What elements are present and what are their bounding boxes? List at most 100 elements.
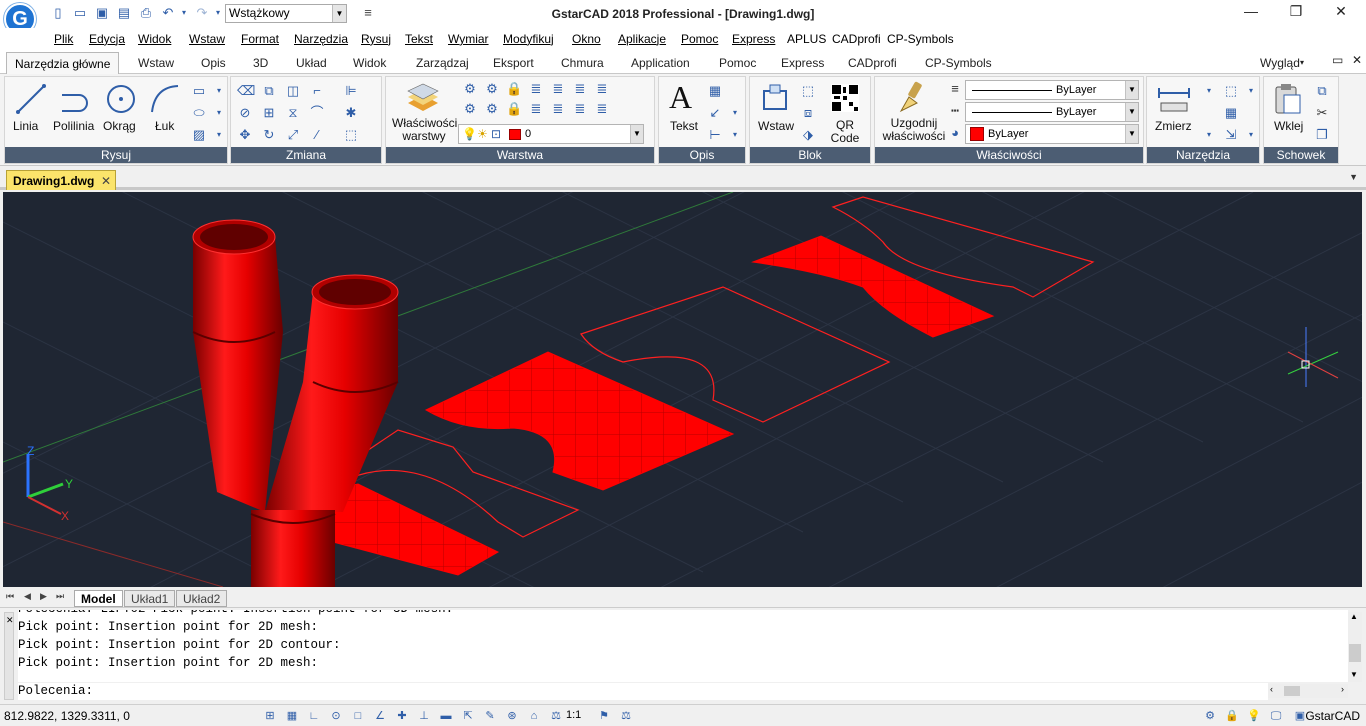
line-label[interactable]: Linia — [13, 119, 38, 133]
lineweight-toggle-icon[interactable]: ▬ — [438, 708, 454, 724]
annotation-scale-value[interactable]: 1:1 — [566, 709, 581, 721]
layer-lock-icon[interactable]: 🔒 — [506, 81, 522, 97]
menu-pomoc[interactable]: Pomoc — [681, 32, 718, 46]
otrack-icon[interactable]: ∠ — [372, 708, 388, 724]
monitor-icon[interactable]: 🖵 — [1268, 708, 1284, 724]
panel-label-properties[interactable]: Właściwości — [875, 147, 1143, 163]
layer-state-icon[interactable]: ⚙ — [462, 81, 478, 97]
workspace-view-button[interactable]: Wygląd — [1260, 56, 1300, 70]
trim-icon[interactable]: ⌐ — [309, 83, 325, 99]
menu-widok[interactable]: Widok — [138, 32, 171, 46]
tab-pomoc[interactable]: Pomoc — [719, 56, 756, 70]
menu-aplikacje[interactable]: Aplikacje — [618, 32, 666, 46]
chevron-down-icon[interactable]: ▾ — [211, 83, 227, 99]
mirror-icon[interactable]: ⧖ — [285, 105, 301, 121]
panel-label-clipboard[interactable]: Schowek — [1264, 147, 1338, 163]
layer-properties-icon[interactable] — [406, 83, 440, 113]
scroll-left-icon[interactable]: ‹ — [1270, 684, 1273, 694]
arc-label[interactable]: Łuk — [155, 119, 174, 133]
selection-cycle-icon[interactable]: ⇱ — [460, 708, 476, 724]
prev-tab-icon[interactable]: ◀ — [24, 591, 31, 602]
panel-label-draw[interactable]: Rysuj — [5, 147, 227, 163]
layer-stack-icon[interactable]: ≣ — [528, 101, 544, 117]
hatch-icon[interactable]: ▨ — [191, 127, 207, 143]
tab-application[interactable]: Application — [631, 56, 690, 70]
text-label[interactable]: Tekst — [670, 119, 698, 133]
polyline-label[interactable]: Polilinia — [53, 119, 94, 133]
qr-code-icon[interactable] — [830, 83, 860, 113]
layer-stack-icon[interactable]: ≣ — [594, 101, 610, 117]
lock-icon[interactable]: 🔒 — [1224, 708, 1240, 724]
layer-stack-icon[interactable]: ≣ — [550, 101, 566, 117]
tab-eksport[interactable]: Eksport — [493, 56, 534, 70]
horizontal-scrollbar[interactable]: ‹ › — [1268, 684, 1348, 698]
rotate-copy-icon[interactable]: ⊘ — [237, 105, 253, 121]
chevron-down-icon[interactable]: ▾ — [1201, 127, 1217, 143]
dynamic-input-icon[interactable]: ⊥ — [416, 708, 432, 724]
menu-tekst[interactable]: Tekst — [405, 32, 433, 46]
quick-props-icon[interactable]: ⊛ — [504, 708, 520, 724]
first-tab-icon[interactable]: ⏮ — [6, 591, 14, 602]
close-icon[interactable]: ✕ — [6, 615, 14, 626]
color-select[interactable]: ByLayer ▼ — [965, 124, 1139, 144]
copy-icon[interactable]: ⧉ — [261, 83, 277, 99]
annotation-icon[interactable]: ✎ — [482, 708, 498, 724]
menu-plik[interactable]: Plik — [54, 32, 73, 46]
polar-icon[interactable]: ⊙ — [328, 708, 344, 724]
chevron-down-icon[interactable]: ▾ — [727, 127, 743, 143]
color-wheel-icon[interactable]: ◕ — [947, 125, 963, 141]
layer-state-icon[interactable]: ⚙ — [484, 101, 500, 117]
layer-lock-icon[interactable]: 🔒 — [506, 101, 522, 117]
ribbon-minimize-icon[interactable]: ▭ — [1332, 53, 1343, 67]
measure-icon[interactable] — [1157, 85, 1191, 113]
tab-3d[interactable]: 3D — [253, 56, 268, 70]
menu-wstaw[interactable]: Wstaw — [189, 32, 225, 46]
tab-uklad2[interactable]: Układ2 — [176, 590, 228, 607]
offset-icon[interactable]: ◫ — [285, 83, 301, 99]
block-edit-icon[interactable]: ⬚ — [800, 83, 816, 99]
lineweight-icon[interactable]: ≡ — [947, 81, 963, 97]
layer-state-icon[interactable]: ⚙ — [484, 81, 500, 97]
chevron-down-icon[interactable]: ▾ — [1243, 127, 1259, 143]
menu-narzedzia[interactable]: Narzędzia — [294, 32, 348, 46]
break-icon[interactable]: ⁄ — [309, 127, 325, 143]
panel-label-block[interactable]: Blok — [750, 147, 870, 163]
scroll-thumb[interactable] — [1349, 644, 1361, 662]
paste-icon[interactable] — [1274, 83, 1302, 115]
match-properties-icon[interactable] — [897, 81, 929, 115]
tab-zarzadzaj[interactable]: Zarządzaj — [416, 56, 469, 70]
layer-stack-icon[interactable]: ≣ — [550, 81, 566, 97]
measure-label[interactable]: Zmierz — [1155, 119, 1192, 133]
insert-block-icon[interactable] — [760, 83, 792, 113]
ortho-icon[interactable]: ∟ — [306, 708, 322, 724]
command-input[interactable]: Polecenia: — [18, 683, 1268, 700]
next-tab-icon[interactable]: ▶ — [40, 591, 47, 602]
tab-cadprofi[interactable]: CADprofi — [848, 56, 897, 70]
menu-modyfikuj[interactable]: Modyfikuj — [503, 32, 554, 46]
linetype-icon[interactable]: ┅ — [947, 103, 963, 119]
menu-cp-symbols[interactable]: CP-Symbols — [887, 32, 954, 46]
grid-icon[interactable]: ▦ — [284, 708, 300, 724]
layer-state-icon[interactable]: ⚙ — [462, 101, 478, 117]
drawing-canvas[interactable]: Z Y X — [3, 192, 1362, 587]
layer-stack-icon[interactable]: ≣ — [528, 81, 544, 97]
circle-icon[interactable] — [105, 83, 137, 115]
tab-opis[interactable]: Opis — [201, 56, 226, 70]
leader-icon[interactable]: ↙ — [707, 105, 723, 121]
lineweight-select[interactable]: ByLayer ▼ — [965, 80, 1139, 100]
block-create-icon[interactable]: ⬗ — [800, 127, 816, 143]
osnap-icon[interactable]: □ — [350, 708, 366, 724]
menu-format[interactable]: Format — [241, 32, 279, 46]
chevron-down-icon[interactable]: ▾ — [211, 105, 227, 121]
array-icon[interactable]: ⊞ — [261, 105, 277, 121]
chevron-down-icon[interactable]: ▾ — [1300, 58, 1304, 67]
menu-express[interactable]: Express — [732, 32, 775, 46]
scale-icon[interactable]: ⤢ — [285, 127, 301, 143]
visibility-icon[interactable]: ⚑ — [596, 708, 612, 724]
console-gripper[interactable]: ✕ — [4, 612, 14, 700]
align-icon[interactable]: ⊫ — [343, 83, 359, 99]
tab-model[interactable]: Model — [74, 590, 123, 607]
layer-select[interactable]: 💡 ☀ ⊡ 0 ▼ — [458, 124, 644, 144]
block-attribute-icon[interactable]: ⧈ — [800, 105, 816, 121]
menu-wymiar[interactable]: Wymiar — [448, 32, 489, 46]
